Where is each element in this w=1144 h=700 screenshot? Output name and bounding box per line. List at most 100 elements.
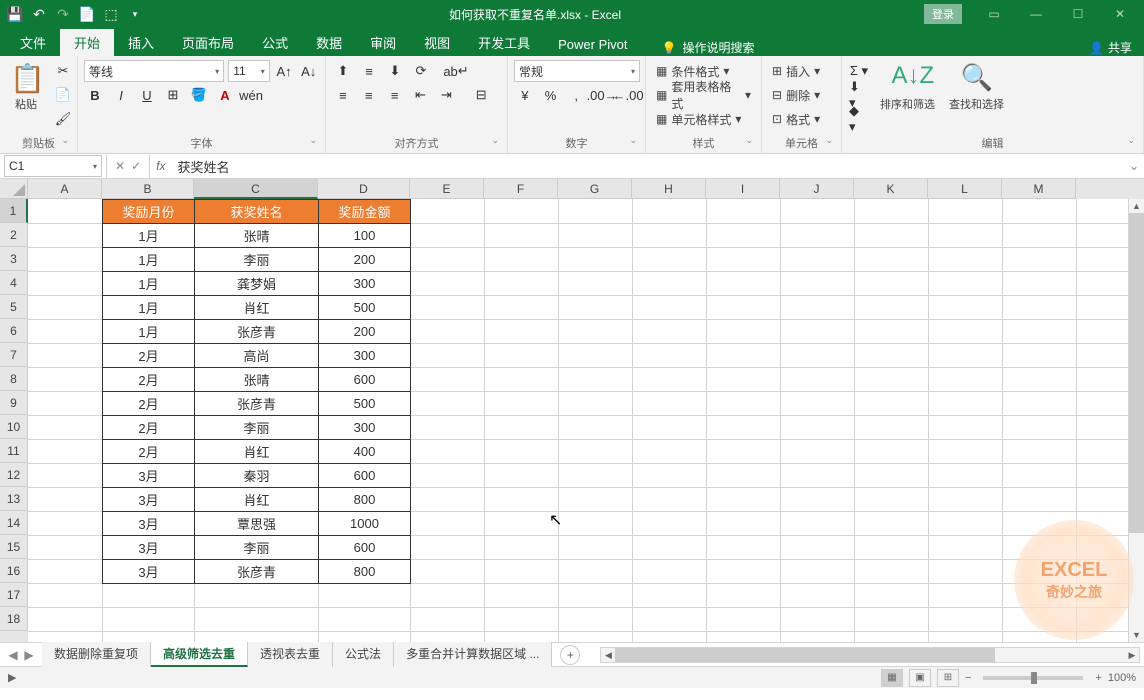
bold-button[interactable]: B	[84, 84, 106, 106]
percent-button[interactable]: %	[540, 84, 562, 106]
sheet-nav-next-icon[interactable]: ▶	[22, 648, 36, 662]
row-header-7[interactable]: 7	[0, 343, 28, 367]
touch-icon[interactable]: 📄	[76, 3, 98, 25]
table-cell[interactable]: 2月	[103, 392, 195, 416]
redo-icon[interactable]: ↷	[52, 3, 74, 25]
sheet-tab-2[interactable]: 高级筛选去重	[151, 642, 248, 667]
copy-button[interactable]: 📄	[52, 84, 74, 106]
tab-data[interactable]: 数据	[302, 29, 356, 56]
table-cell[interactable]: 龚梦娟	[195, 272, 319, 296]
table-header[interactable]: 获奖姓名	[195, 200, 319, 224]
tab-formula[interactable]: 公式	[248, 29, 302, 56]
box-icon[interactable]: ⬚	[100, 3, 122, 25]
table-cell[interactable]: 张彦青	[195, 392, 319, 416]
sheet-tab-5[interactable]: 多重合并计算数据区域 ...	[394, 642, 552, 667]
qat-dropdown-icon[interactable]: ▾	[124, 3, 146, 25]
table-cell[interactable]: 800	[319, 488, 411, 512]
row-header-3[interactable]: 3	[0, 247, 28, 271]
align-center-button[interactable]: ≡	[358, 84, 380, 106]
column-header-J[interactable]: J	[780, 179, 854, 199]
enter-icon[interactable]: ✓	[131, 159, 141, 173]
table-cell[interactable]: 李丽	[195, 248, 319, 272]
row-header-5[interactable]: 5	[0, 295, 28, 319]
table-cell[interactable]: 覃思强	[195, 512, 319, 536]
align-left-button[interactable]: ≡	[332, 84, 354, 106]
ribbon-options-icon[interactable]: ▭	[974, 3, 1014, 25]
increase-indent-button[interactable]: ⇥	[435, 84, 457, 106]
tab-pivot[interactable]: Power Pivot	[544, 33, 641, 56]
table-cell[interactable]: 张彦青	[195, 560, 319, 584]
column-header-B[interactable]: B	[102, 179, 194, 199]
row-header-14[interactable]: 14	[0, 511, 28, 535]
row-header-11[interactable]: 11	[0, 439, 28, 463]
zoom-level[interactable]: 100%	[1108, 672, 1136, 684]
row-header-9[interactable]: 9	[0, 391, 28, 415]
table-cell[interactable]: 3月	[103, 536, 195, 560]
select-all-corner[interactable]	[0, 179, 28, 199]
wrap-text-button[interactable]: ab↵	[436, 60, 476, 82]
column-header-C[interactable]: C	[194, 179, 318, 199]
number-format-combo[interactable]: 常规▾	[514, 60, 640, 82]
table-cell[interactable]: 肖红	[195, 488, 319, 512]
table-cell[interactable]: 400	[319, 440, 411, 464]
tell-me-search[interactable]: 💡操作说明搜索	[662, 39, 755, 56]
row-header-2[interactable]: 2	[0, 223, 28, 247]
table-cell[interactable]: 3月	[103, 464, 195, 488]
table-cell[interactable]: 张晴	[195, 368, 319, 392]
table-cell[interactable]: 肖红	[195, 440, 319, 464]
increase-decimal-button[interactable]: .00→	[591, 84, 613, 106]
italic-button[interactable]: I	[110, 84, 132, 106]
align-right-button[interactable]: ≡	[384, 84, 406, 106]
insert-cells-button[interactable]: ⊞插入 ▾	[768, 60, 824, 82]
table-cell[interactable]: 肖红	[195, 296, 319, 320]
table-header[interactable]: 奖励月份	[103, 200, 195, 224]
column-header-H[interactable]: H	[632, 179, 706, 199]
clear-button[interactable]: ◆ ▾	[848, 108, 870, 130]
save-icon[interactable]: 💾	[4, 3, 26, 25]
table-cell[interactable]: 2月	[103, 416, 195, 440]
cell-styles-button[interactable]: ▦单元格样式 ▾	[652, 108, 755, 130]
table-cell[interactable]: 1月	[103, 296, 195, 320]
cells-area[interactable]: 奖励月份获奖姓名奖励金额1月张晴1001月李丽2001月龚梦娟3001月肖红50…	[28, 199, 1144, 642]
share-button[interactable]: 👤共享	[1089, 39, 1132, 56]
font-color-button[interactable]: A	[214, 84, 236, 106]
cancel-icon[interactable]: ✕	[115, 159, 125, 173]
column-header-G[interactable]: G	[558, 179, 632, 199]
fill-color-button[interactable]: 🪣	[188, 84, 210, 106]
column-header-K[interactable]: K	[854, 179, 928, 199]
align-middle-button[interactable]: ≡	[358, 60, 380, 82]
phonetic-button[interactable]: wén	[240, 84, 262, 106]
font-size-combo[interactable]: 11▾	[228, 60, 270, 82]
table-cell[interactable]: 800	[319, 560, 411, 584]
row-header-10[interactable]: 10	[0, 415, 28, 439]
view-pagebreak-button[interactable]: ⊞	[937, 669, 959, 687]
table-cell[interactable]: 2月	[103, 344, 195, 368]
row-header-6[interactable]: 6	[0, 319, 28, 343]
currency-button[interactable]: ¥	[514, 84, 536, 106]
table-format-button[interactable]: ▦套用表格格式 ▾	[652, 84, 755, 106]
table-cell[interactable]: 2月	[103, 368, 195, 392]
view-normal-button[interactable]: ▦	[881, 669, 903, 687]
table-cell[interactable]: 1月	[103, 248, 195, 272]
row-header-4[interactable]: 4	[0, 271, 28, 295]
row-header-17[interactable]: 17	[0, 583, 28, 607]
sheet-nav-prev-icon[interactable]: ◀	[6, 648, 20, 662]
macro-icon[interactable]: ▶	[8, 671, 16, 684]
row-header-8[interactable]: 8	[0, 367, 28, 391]
comma-button[interactable]: ,	[565, 84, 587, 106]
sheet-tab-4[interactable]: 公式法	[333, 642, 394, 667]
tab-layout[interactable]: 页面布局	[168, 29, 248, 56]
delete-cells-button[interactable]: ⊟删除 ▾	[768, 84, 824, 106]
table-cell[interactable]: 1月	[103, 224, 195, 248]
align-bottom-button[interactable]: ⬇	[384, 60, 406, 82]
decrease-decimal-button[interactable]: ←.00	[617, 84, 639, 106]
table-cell[interactable]: 张彦青	[195, 320, 319, 344]
format-cells-button[interactable]: ⊡格式 ▾	[768, 108, 824, 130]
column-header-F[interactable]: F	[484, 179, 558, 199]
underline-button[interactable]: U	[136, 84, 158, 106]
table-cell[interactable]: 300	[319, 344, 411, 368]
new-sheet-button[interactable]: +	[560, 645, 580, 665]
minimize-icon[interactable]: —	[1016, 3, 1056, 25]
table-cell[interactable]: 600	[319, 368, 411, 392]
zoom-out-button[interactable]: −	[965, 672, 971, 684]
